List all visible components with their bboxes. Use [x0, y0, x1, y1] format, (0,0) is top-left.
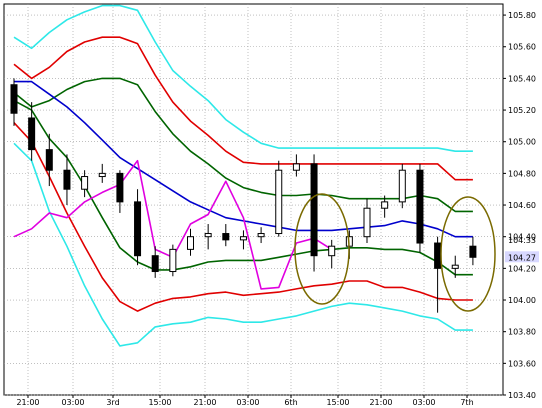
chart-svg: 105.80 105.60 105.40 105.20 105.00 104.80 104.… [3, 3, 539, 407]
y-tick-label: 104.60 [508, 201, 536, 210]
candle [416, 163, 424, 253]
x-tick-label: 21:00 [369, 398, 392, 407]
x-tick-label: 03:00 [236, 398, 259, 407]
x-tick-label: 21:00 [16, 398, 39, 407]
candle-body-down [416, 169, 424, 244]
candle [310, 154, 318, 272]
candle-body-down [134, 201, 142, 257]
candle [275, 160, 283, 237]
candle-body-up [292, 163, 300, 171]
indicator-price-label: 104.33 [508, 236, 536, 245]
candle-body-up [257, 233, 265, 238]
y-tick-label: 105.00 [508, 138, 536, 147]
x-tick-label: 15:00 [326, 398, 349, 407]
y-tick-label: 103.60 [508, 359, 536, 368]
candle-body-up [204, 233, 212, 238]
y-tick-label: 104.00 [508, 296, 536, 305]
candle-body-up [169, 248, 177, 273]
y-tick-label: 105.20 [508, 106, 536, 115]
candle-body-down [28, 117, 36, 151]
y-tick-label: 104.80 [508, 169, 536, 178]
candle-body-down [469, 245, 477, 258]
candle-body-up [98, 172, 106, 178]
candle-body-up [81, 176, 89, 190]
y-tick-label: 104.20 [508, 264, 536, 273]
candle-body-up [328, 245, 336, 257]
candle-body-up [363, 207, 371, 238]
candle-body-up [275, 169, 283, 235]
candle-body-down [10, 84, 18, 114]
chart: 105.80 105.60 105.40 105.20 105.00 104.80 104.… [0, 0, 542, 408]
y-tick-label: 103.40 [508, 391, 536, 400]
x-tick-label: 15:00 [148, 398, 171, 407]
y-tick-label: 103.80 [508, 328, 536, 337]
candle-body-down [45, 149, 53, 171]
x-tick-label: 3rd [106, 398, 119, 407]
candle-body-up [451, 264, 459, 269]
candle-body-down [116, 172, 124, 203]
y-tick-label: 105.40 [508, 74, 536, 83]
candle-body-up [187, 236, 194, 250]
current-price-label: 104.27 [508, 253, 536, 262]
candle [398, 163, 406, 209]
y-tick-label: 105.60 [508, 43, 536, 52]
x-tick-label: 6th [284, 398, 297, 407]
candle-body-up [239, 236, 247, 241]
candle-body-down [151, 255, 159, 273]
plot-frame [3, 3, 504, 396]
candle-body-up [381, 201, 389, 209]
candle-body-down [222, 233, 230, 241]
y-tick-label: 105.80 [508, 11, 536, 20]
candle-body-down [63, 169, 71, 190]
x-tick-label: 7th [460, 398, 473, 407]
x-tick-label: 03:00 [412, 398, 435, 407]
candle-body-up [398, 169, 406, 203]
candle-body-down [310, 163, 318, 257]
x-tick-label: 21:00 [193, 398, 216, 407]
candle-body-down [434, 242, 442, 269]
x-tick-label: 03:00 [61, 398, 84, 407]
candle [169, 244, 177, 277]
